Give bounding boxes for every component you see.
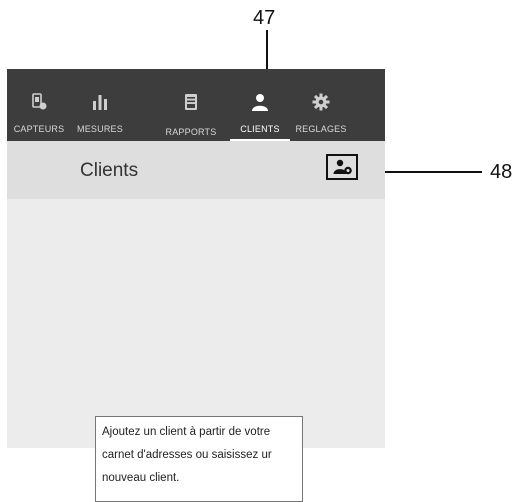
tab-label: MESURES <box>77 124 123 134</box>
tab-clients[interactable]: CLIENTS <box>230 69 290 141</box>
page-header: Clients <box>7 141 385 199</box>
tab-label: REGLAGES <box>295 124 347 134</box>
app-screen: CAPTEURS MESURES RAPPORTS CLIENTS REGLAG… <box>7 69 385 502</box>
bar-chart-icon <box>93 95 107 110</box>
reference-number-48: 48 <box>490 161 513 183</box>
tab-capteurs[interactable]: CAPTEURS <box>9 69 69 141</box>
page-title: Clients <box>80 160 139 181</box>
bottom-tab-bar: CAPTEURS MESURES RAPPORTS CLIENTS REGLAG… <box>7 69 385 141</box>
tab-label: RAPPORTS <box>165 127 217 137</box>
gear-icon <box>312 93 330 111</box>
add-client-button[interactable] <box>326 154 358 180</box>
report-icon <box>185 94 197 110</box>
tab-label: CAPTEURS <box>13 124 65 134</box>
tab-reglages[interactable]: REGLAGES <box>290 69 352 141</box>
tab-mesures[interactable]: MESURES <box>69 69 131 141</box>
person-icon <box>252 94 268 111</box>
add-client-icon <box>333 159 352 175</box>
sensor-icon <box>32 93 47 110</box>
clients-list-area: Ajoutez un client à partir de votre carn… <box>7 199 385 502</box>
tab-rapports[interactable]: RAPPORTS <box>157 69 225 141</box>
reference-number-47: 47 <box>253 7 276 29</box>
empty-state-message: Ajoutez un client à partir de votre carn… <box>95 416 303 502</box>
tab-label: CLIENTS <box>240 124 280 134</box>
